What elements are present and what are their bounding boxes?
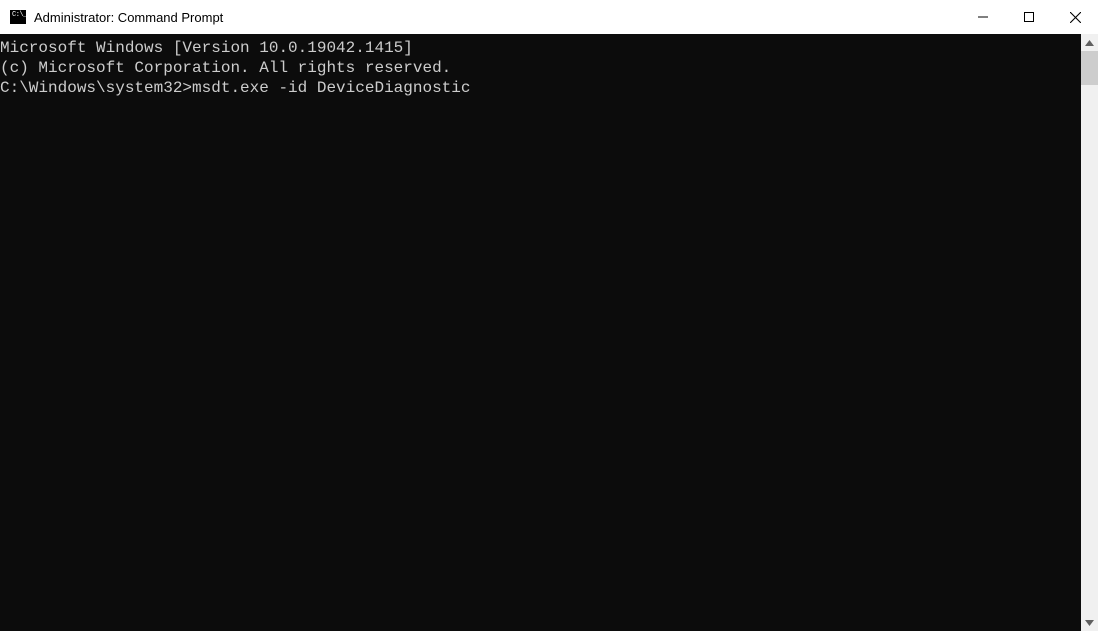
- maximize-button[interactable]: [1006, 0, 1052, 34]
- titlebar[interactable]: Administrator: Command Prompt: [0, 0, 1098, 34]
- terminal-line: Microsoft Windows [Version 10.0.19042.14…: [0, 38, 1081, 58]
- scrollbar-up-button[interactable]: [1081, 34, 1098, 51]
- terminal-prompt: C:\Windows\system32>: [0, 79, 192, 97]
- terminal-command[interactable]: msdt.exe -id DeviceDiagnostic: [192, 79, 470, 97]
- cmd-app-icon: [10, 10, 26, 24]
- scrollbar-down-button[interactable]: [1081, 614, 1098, 631]
- minimize-button[interactable]: [960, 0, 1006, 34]
- terminal-prompt-line: C:\Windows\system32>msdt.exe -id DeviceD…: [0, 78, 1081, 98]
- client-area: Microsoft Windows [Version 10.0.19042.14…: [0, 34, 1098, 631]
- scrollbar-track[interactable]: [1081, 51, 1098, 614]
- terminal-output[interactable]: Microsoft Windows [Version 10.0.19042.14…: [0, 34, 1081, 631]
- close-button[interactable]: [1052, 0, 1098, 34]
- window-controls: [960, 0, 1098, 34]
- close-icon: [1070, 12, 1081, 23]
- minimize-icon: [978, 12, 988, 22]
- chevron-down-icon: [1085, 620, 1094, 626]
- window-root: Administrator: Command Prompt Mic: [0, 0, 1098, 631]
- vertical-scrollbar[interactable]: [1081, 34, 1098, 631]
- chevron-up-icon: [1085, 40, 1094, 46]
- window-title: Administrator: Command Prompt: [34, 10, 223, 25]
- terminal-line: (c) Microsoft Corporation. All rights re…: [0, 58, 1081, 78]
- scrollbar-thumb[interactable]: [1081, 51, 1098, 85]
- maximize-icon: [1024, 12, 1034, 22]
